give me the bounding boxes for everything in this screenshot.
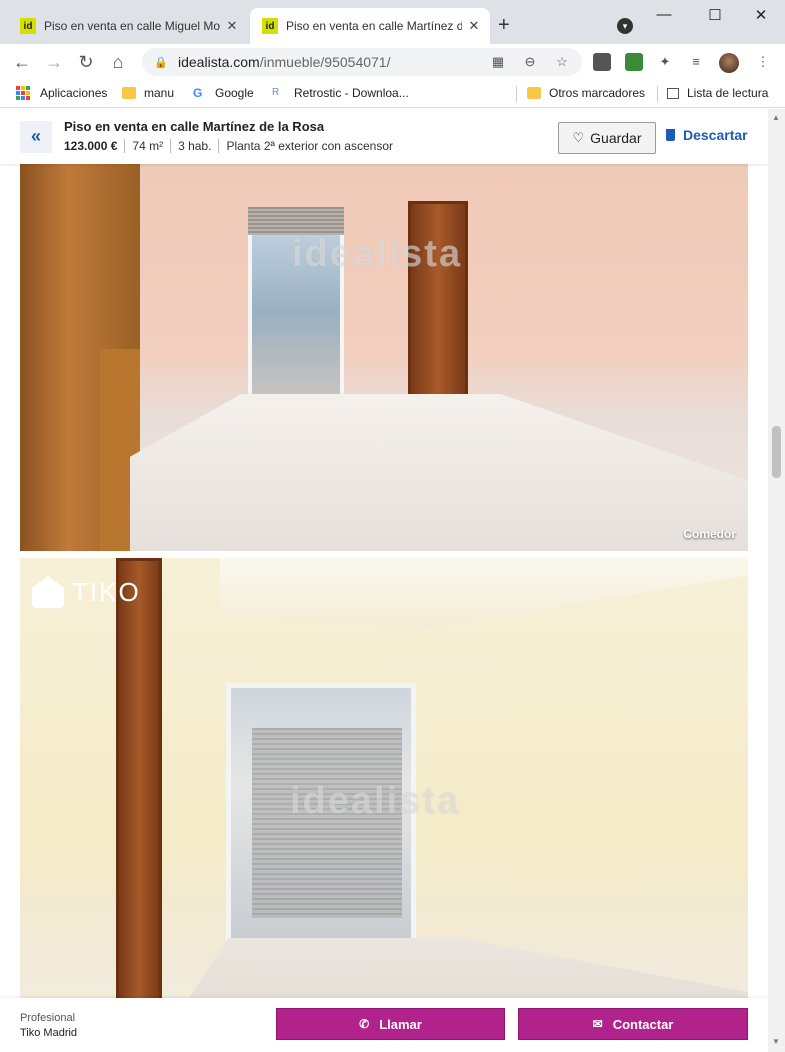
listing-title: Piso en venta en calle Martínez de la Ro… [64, 119, 325, 134]
bookmark-label: manu [144, 86, 175, 100]
scroll-down-arrow-icon[interactable]: ▼ [772, 1037, 780, 1046]
bookmark-retrostic[interactable]: R Retrostic - Downloa... [272, 86, 409, 100]
back-to-list-button[interactable]: « [20, 121, 52, 153]
scroll-up-arrow-icon[interactable]: ▲ [772, 113, 780, 122]
tab-active[interactable]: id Piso en venta en calle Martínez d ✕ [250, 8, 490, 44]
minimize-button[interactable]: — [652, 6, 676, 23]
advertiser-name: Tiko Madrid [20, 1027, 78, 1039]
url-path: /inmueble/95054071/ [259, 54, 391, 70]
bookmark-reading-list[interactable]: Lista de lectura [667, 86, 768, 100]
contact-button[interactable]: ✉ Contactar [518, 1008, 748, 1040]
window-blinds [252, 728, 402, 918]
apps-icon [16, 86, 30, 100]
close-window-button[interactable]: ✕ [749, 6, 773, 24]
back-arrow-icon[interactable]: ← [10, 50, 34, 74]
google-icon: G [193, 86, 203, 100]
bookmark-label: Lista de lectura [687, 86, 769, 100]
bookmark-label: Retrostic - Downloa... [294, 86, 409, 100]
trash-icon [666, 129, 675, 141]
idealista-watermark: idealista [290, 780, 461, 822]
discard-button[interactable]: Descartar [666, 127, 748, 143]
scrollbar-thumb[interactable] [772, 426, 781, 478]
new-tab-button[interactable]: + [498, 14, 510, 37]
listing-photo[interactable]: idealista Comedor [20, 109, 748, 551]
forward-arrow-icon[interactable]: → [42, 50, 66, 74]
menu-kebab-icon[interactable]: ⋮ [754, 54, 772, 70]
address-bar[interactable]: 🔒 idealista.com/inmueble/95054071/ [142, 48, 582, 76]
bookmarks-separator [516, 86, 517, 102]
idealista-favicon-icon: id [20, 18, 36, 34]
listing-summary: 123.000 € 74 m² 3 hab. Planta 2ª exterio… [64, 139, 393, 153]
save-label: Guardar [590, 130, 642, 146]
door [116, 558, 162, 1028]
bookmark-label: Aplicaciones [40, 86, 108, 100]
retrostic-icon: R [272, 87, 280, 98]
ceiling [220, 558, 748, 628]
zoom-icon[interactable]: ⊖ [521, 54, 539, 70]
contact-label: Contactar [612, 1016, 674, 1032]
bookmark-google[interactable]: G Google [193, 86, 254, 100]
profile-avatar[interactable] [719, 53, 739, 73]
qr-code-icon[interactable]: ▦ [489, 54, 507, 70]
advertiser-type: Profesional [20, 1012, 76, 1024]
window-blind [248, 207, 344, 235]
idealista-watermark: idealista [292, 233, 463, 275]
tiko-wordmark: TIKO [72, 576, 141, 607]
close-tab-icon[interactable]: ✕ [466, 18, 482, 34]
photo-caption: Comedor [683, 527, 736, 541]
browser-toolbar: ← → ↻ ⌂ 🔒 idealista.com/inmueble/9505407… [0, 44, 785, 80]
save-button[interactable]: ♡ Guardar [558, 122, 656, 154]
bookmarks-separator [657, 86, 658, 102]
tiko-logo-icon [32, 576, 64, 608]
listing-rooms: 3 hab. [178, 139, 212, 153]
listing-sticky-header: « Piso en venta en calle Martínez de la … [0, 109, 768, 164]
reading-list-icon [667, 87, 679, 99]
listing-size: 74 m² [132, 139, 164, 153]
lock-icon: 🔒 [154, 56, 168, 69]
page-scrollbar[interactable]: ▲ ▼ [768, 109, 785, 1052]
contact-bar: Profesional Tiko Madrid ✆ Llamar ✉ Conta… [0, 998, 768, 1052]
call-button[interactable]: ✆ Llamar [276, 1008, 505, 1040]
maximize-button[interactable]: ☐ [703, 6, 727, 24]
tab-title: Piso en venta en calle Miguel Mo [44, 19, 220, 33]
bookmark-star-icon[interactable]: ☆ [553, 54, 571, 70]
tab-title: Piso en venta en calle Martínez d [286, 19, 462, 33]
tiko-brand: TIKO [32, 576, 141, 608]
tab-inactive[interactable]: id Piso en venta en calle Miguel Mo ✕ [8, 8, 248, 44]
url-host: idealista.com [178, 54, 260, 70]
idealista-favicon-icon: id [262, 18, 278, 34]
extension-icon[interactable] [625, 53, 643, 71]
floor [130, 394, 748, 551]
meta-separator [170, 139, 172, 153]
extension-icon[interactable] [593, 53, 611, 71]
reload-icon[interactable]: ↻ [74, 50, 98, 74]
tab-search-icon[interactable]: ▾ [617, 18, 633, 34]
listing-photo[interactable]: TIKO idealista [20, 558, 748, 1028]
bookmark-apps[interactable]: Aplicaciones [16, 86, 107, 100]
discard-label: Descartar [683, 127, 748, 143]
bookmark-folder-manu[interactable]: manu [122, 86, 174, 100]
heart-icon: ♡ [572, 130, 585, 145]
chat-icon: ✉ [592, 1017, 603, 1031]
folder-icon [527, 87, 541, 99]
bookmarks-bar: Aplicaciones manu G Google R Retrostic -… [0, 80, 785, 108]
phone-icon: ✆ [359, 1017, 370, 1031]
bookmark-label: Google [215, 86, 254, 100]
close-tab-icon[interactable]: ✕ [224, 18, 240, 34]
meta-separator [218, 139, 220, 153]
bookmark-label: Otros marcadores [549, 86, 646, 100]
page-viewport: idealista Comedor TIKO idealista « Piso … [0, 109, 768, 1052]
home-icon[interactable]: ⌂ [106, 50, 130, 74]
listing-price: 123.000 € [64, 139, 118, 153]
call-label: Llamar [379, 1016, 422, 1032]
meta-separator [124, 139, 126, 153]
puzzle-extensions-icon[interactable]: ✦ [656, 54, 674, 70]
folder-icon [122, 87, 136, 99]
listing-floor: Planta 2ª exterior con ascensor [226, 139, 393, 153]
browser-tabstrip: id Piso en venta en calle Miguel Mo ✕ id… [0, 0, 785, 44]
bookmark-folder-other[interactable]: Otros marcadores [527, 86, 645, 100]
media-control-icon[interactable]: ≡ [687, 54, 705, 69]
